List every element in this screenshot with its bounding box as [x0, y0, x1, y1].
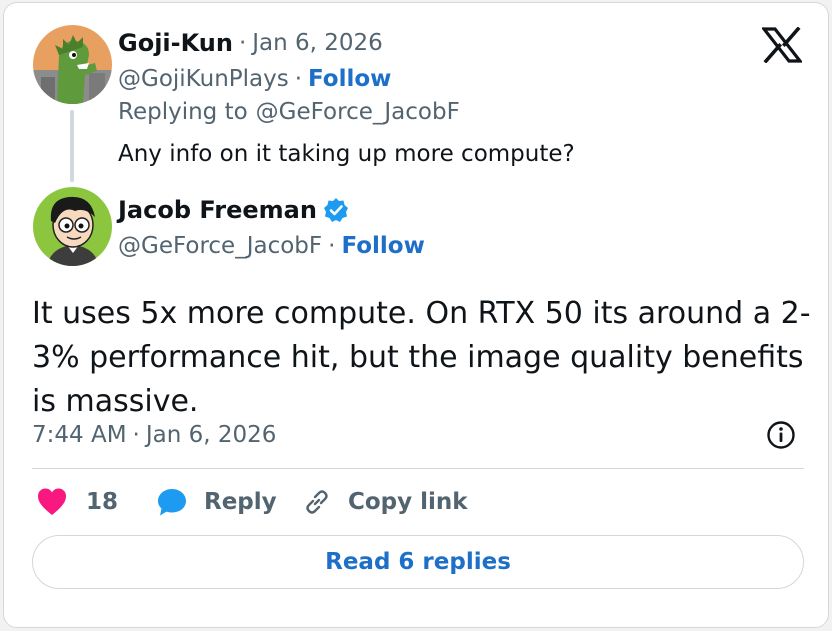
- tweet-time[interactable]: 7:44 AM: [32, 422, 127, 448]
- follow-jacob-freeman-button[interactable]: Follow: [341, 233, 424, 259]
- replying-to-line: Replying to @GeForce_JacobF: [118, 99, 460, 125]
- copy-link-label: Copy link: [348, 489, 468, 515]
- separator-dot: ·: [328, 233, 336, 259]
- separator-dot: ·: [132, 422, 140, 448]
- info-icon[interactable]: [766, 420, 796, 450]
- parent-display-name[interactable]: Goji-Kun: [118, 29, 233, 57]
- goji-kun-avatar[interactable]: [33, 25, 112, 104]
- reply-tweet-text: It uses 5x more compute. On RTX 50 its a…: [32, 296, 811, 419]
- like-button[interactable]: 18: [36, 487, 118, 517]
- reply-bubble-icon: [156, 487, 188, 517]
- reply-label: Reply: [204, 489, 277, 515]
- replying-prefix: Replying to: [118, 99, 248, 125]
- reply-header-line2: @GeForce_JacobF · Follow: [118, 233, 425, 259]
- parent-header-line1: Goji-Kun · Jan 6, 2026: [118, 29, 383, 57]
- copy-link-button[interactable]: Copy link: [302, 487, 468, 517]
- reply-display-name[interactable]: Jacob Freeman: [118, 196, 317, 224]
- read-replies-button[interactable]: Read 6 replies: [32, 535, 804, 589]
- embedded-tweet-card: Goji-Kun · Jan 6, 2026 @GojiKunPlays · F…: [3, 2, 829, 628]
- tweet-date[interactable]: Jan 6, 2026: [146, 422, 277, 448]
- x-logo-icon[interactable]: [760, 26, 804, 64]
- like-count: 18: [86, 489, 119, 515]
- reply-button[interactable]: Reply: [156, 487, 277, 517]
- separator-dot: ·: [294, 66, 303, 92]
- heart-icon: [36, 487, 68, 517]
- action-divider: [32, 468, 804, 469]
- parent-date[interactable]: Jan 6, 2026: [252, 30, 383, 56]
- jacob-freeman-avatar[interactable]: [33, 187, 112, 266]
- parent-tweet-text: Any info on it taking up more compute?: [118, 141, 575, 167]
- follow-goji-kun-button[interactable]: Follow: [308, 66, 391, 92]
- tweet-timestamp[interactable]: 7:44 AM · Jan 6, 2026: [32, 422, 276, 448]
- thread-connector-line: [70, 110, 74, 182]
- reply-header-line1: Jacob Freeman: [118, 196, 349, 224]
- parent-header-line2: @GojiKunPlays · Follow: [118, 66, 391, 92]
- link-icon: [302, 487, 332, 517]
- parent-handle[interactable]: @GojiKunPlays: [118, 66, 289, 92]
- replying-to-handle[interactable]: @GeForce_JacobF: [256, 99, 460, 125]
- separator-dot: ·: [238, 30, 247, 56]
- verified-badge-icon: [323, 197, 349, 223]
- reply-handle[interactable]: @GeForce_JacobF: [118, 233, 322, 259]
